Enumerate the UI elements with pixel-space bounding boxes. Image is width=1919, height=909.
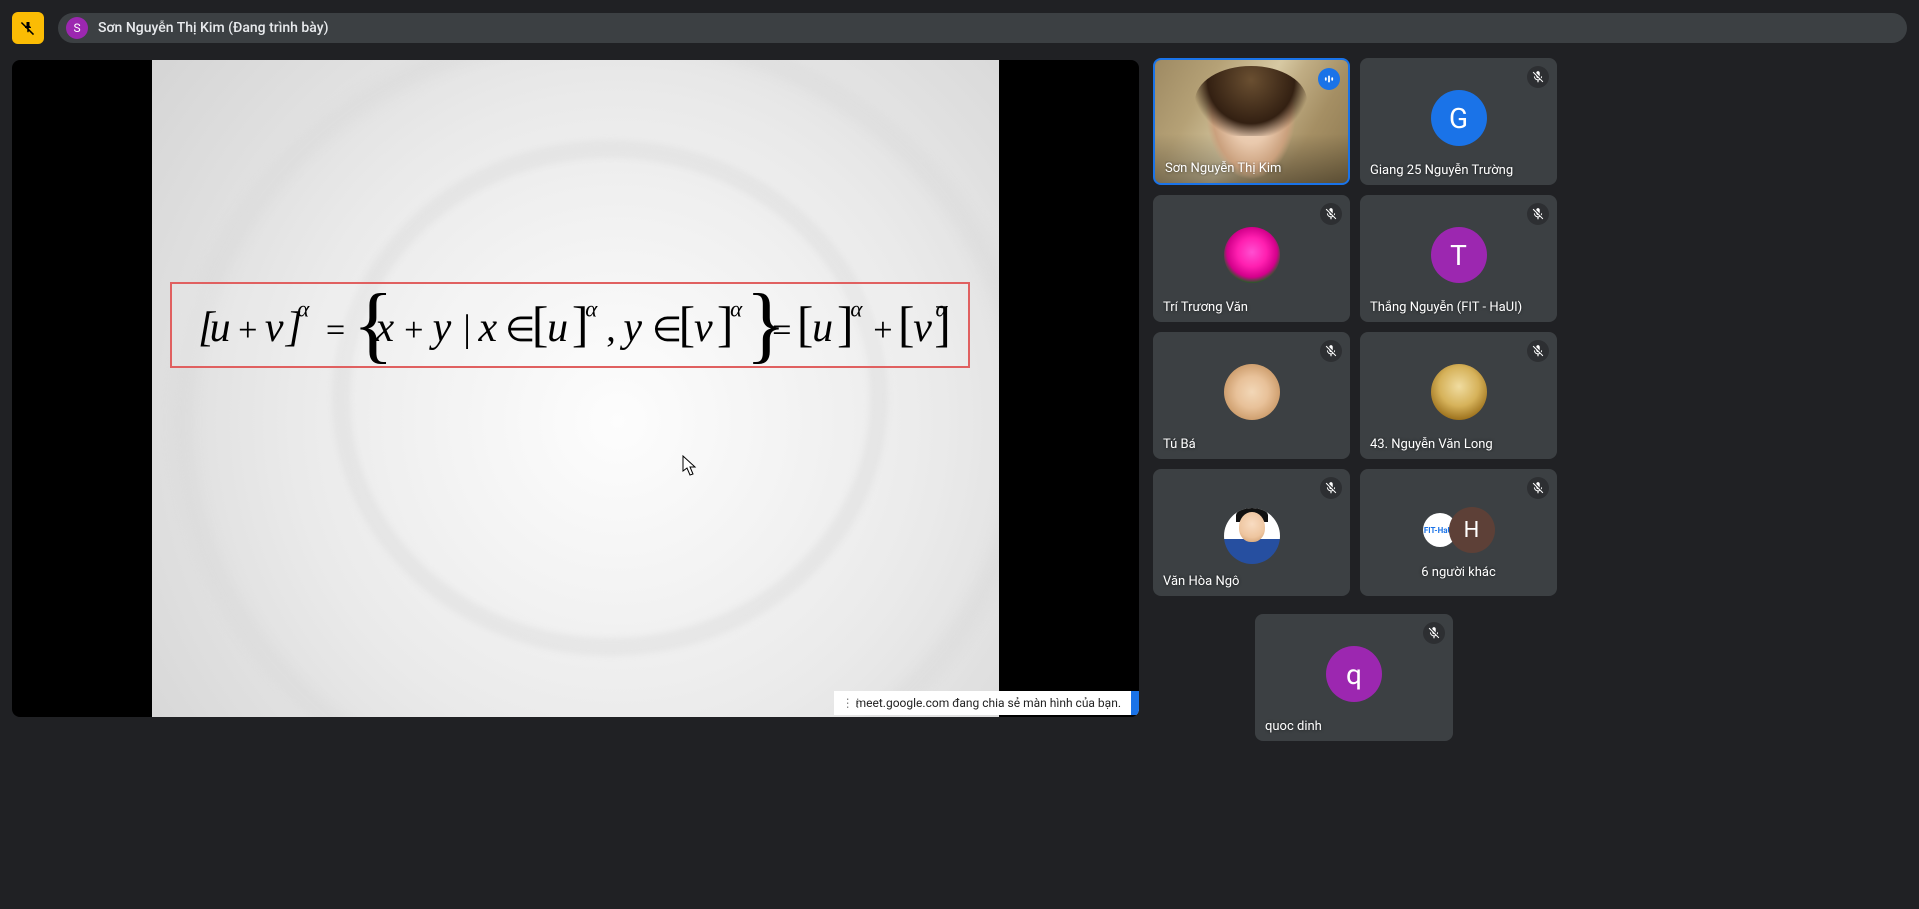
svg-text:[: [ [679,297,696,352]
muted-mic-icon [1320,203,1342,225]
participant-name: Trí Trương Văn [1163,300,1340,315]
svg-text:y: y [619,305,642,351]
participant-tile[interactable]: G Giang 25 Nguyễn Trường [1360,58,1557,185]
overflow-participants-tile[interactable]: FIT-HaUI H 6 người khác [1360,469,1557,596]
avatar [1431,364,1487,420]
muted-mic-icon [1527,340,1549,362]
svg-text:x: x [477,305,497,351]
presenter-pill[interactable]: S Sơn Nguyễn Thị Kim (Đang trình bày) [58,13,1907,43]
participant-name: Văn Hòa Ngô [1163,574,1340,589]
participant-tile[interactable]: Sơn Nguyễn Thị Kim [1153,58,1350,185]
avatar: q [1326,646,1382,702]
muted-mic-icon [1527,203,1549,225]
self-name: quoc dinh [1265,719,1443,734]
unpin-presentation-button[interactable] [12,12,44,44]
muted-mic-icon [1423,622,1445,644]
presenter-name: Sơn Nguyễn Thị Kim (Đang trình bày) [98,20,328,36]
equation-highlight-box: [ u + v ] α = { x + y | x ∈ [ u [170,282,970,368]
svg-text:[: [ [797,297,814,352]
self-view-row: q quoc dinh [1255,614,1453,742]
overflow-avatars: FIT-HaUI H [1423,507,1495,553]
participants-grid: Sơn Nguyễn Thị Kim G Giang 25 Nguyễn Trư… [1153,58,1557,596]
svg-text:∈: ∈ [505,311,535,349]
participant-name: 43. Nguyễn Văn Long [1370,437,1547,452]
muted-mic-icon [1527,66,1549,88]
svg-text:u: u [547,305,568,351]
svg-text:α: α [585,296,598,321]
participant-name: Thắng Nguyễn (FIT - HaUI) [1370,300,1547,315]
muted-mic-icon [1527,477,1549,499]
participant-tile[interactable]: T Thắng Nguyễn (FIT - HaUI) [1360,195,1557,322]
participant-tile[interactable]: 43. Nguyễn Văn Long [1360,332,1557,459]
svg-text:v: v [265,305,284,351]
svg-text:+: + [873,311,892,349]
avatar: G [1431,90,1487,146]
svg-text:|: | [463,308,471,350]
svg-text:,: , [606,308,616,350]
overflow-label: 6 người khác [1370,565,1547,580]
svg-text:u: u [812,305,833,351]
svg-text:v: v [694,305,713,351]
participant-tile[interactable]: Tú Bá [1153,332,1350,459]
overflow-big-initial: H [1449,507,1495,553]
presentation-slide: [ u + v ] α = { x + y | x ∈ [ u [152,60,999,717]
top-bar: S Sơn Nguyễn Thị Kim (Đang trình bày) [12,8,1907,48]
svg-text:v: v [913,305,932,351]
svg-text:[: [ [898,297,915,352]
svg-text:α: α [936,296,949,321]
presenter-avatar: S [66,17,88,39]
drag-handle-icon: ⋮⋮ [842,696,850,710]
unpin-icon [19,19,37,37]
participant-name: Giang 25 Nguyễn Trường [1370,163,1547,178]
muted-mic-icon [1320,477,1342,499]
participant-name: Tú Bá [1163,437,1340,452]
mouse-cursor [682,455,698,481]
svg-text:x: x [374,305,394,351]
svg-text:α: α [297,296,310,321]
speaking-indicator-icon [1318,68,1340,90]
participant-tile[interactable]: Trí Trương Văn [1153,195,1350,322]
avatar: T [1431,227,1487,283]
avatar [1224,227,1280,283]
svg-text:=: = [326,311,345,349]
participant-tile[interactable]: Văn Hòa Ngô [1153,469,1350,596]
equation-content: [ u + v ] α = { x + y | x ∈ [ u [172,284,968,366]
svg-text:y: y [429,305,452,351]
notice-accent [1131,691,1139,715]
share-notice-text: meet.google.com đang chia sẻ màn hình củ… [856,696,1121,710]
self-tile[interactable]: q quoc dinh [1255,614,1453,741]
svg-text:α: α [850,296,863,321]
avatar [1224,364,1280,420]
svg-text:∈: ∈ [652,311,682,349]
svg-text:[: [ [532,297,549,352]
avatar [1224,508,1280,564]
svg-text:+: + [238,311,257,349]
svg-text:=: = [772,311,791,349]
screen-share-notice[interactable]: ⋮⋮ meet.google.com đang chia sẻ màn hình… [834,691,1139,715]
presentation-area[interactable]: [ u + v ] α = { x + y | x ∈ [ u [12,60,1139,717]
svg-text:α: α [730,296,743,321]
svg-text:u: u [210,305,231,351]
svg-text:+: + [404,311,423,349]
muted-mic-icon [1320,340,1342,362]
participant-name: Sơn Nguyễn Thị Kim [1165,161,1338,176]
